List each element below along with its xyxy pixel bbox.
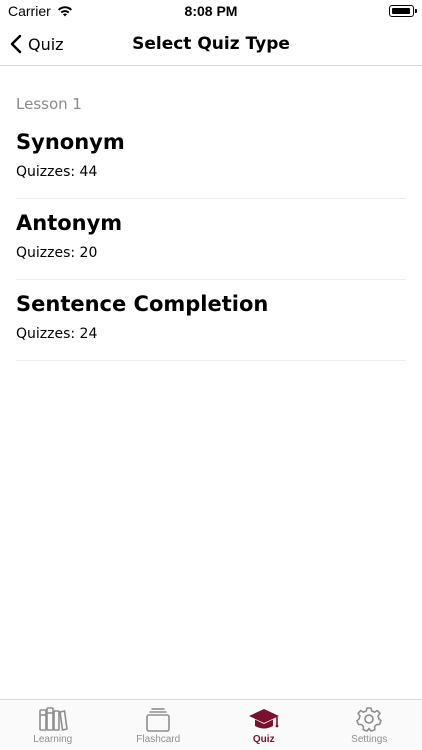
status-bar: Carrier 8:08 PM bbox=[0, 0, 422, 22]
books-icon bbox=[38, 707, 68, 731]
tab-label: Settings bbox=[351, 734, 388, 745]
tab-label: Quiz bbox=[252, 734, 275, 745]
quiz-type-title: Sentence Completion bbox=[16, 292, 269, 316]
tab-learning[interactable]: Learning bbox=[0, 700, 106, 750]
quiz-count: Quizzes: 20 bbox=[16, 245, 98, 261]
tab-quiz[interactable]: Quiz bbox=[211, 700, 317, 750]
quiz-type-sentence-completion[interactable]: Sentence Completion Quizzes: 24 bbox=[16, 280, 406, 361]
tab-label: Learning bbox=[33, 734, 73, 745]
quiz-count: Quizzes: 24 bbox=[16, 326, 98, 342]
battery-icon bbox=[389, 5, 417, 17]
cards-icon bbox=[146, 708, 171, 732]
tab-label: Flashcard bbox=[136, 734, 181, 745]
quiz-type-title: Synonym bbox=[16, 130, 125, 154]
quiz-type-antonym[interactable]: Antonym Quizzes: 20 bbox=[16, 199, 406, 280]
clock: 8:08 PM bbox=[184, 3, 238, 19]
navigation-bar: Quiz Select Quiz Type bbox=[0, 22, 422, 66]
quiz-type-title: Antonym bbox=[16, 211, 123, 235]
page-title: Select Quiz Type bbox=[132, 34, 290, 54]
section-header: Lesson 1 bbox=[16, 95, 82, 113]
quiz-type-synonym[interactable]: Synonym Quizzes: 44 bbox=[16, 118, 406, 199]
tab-bar: Learning Flashcard Quiz Settings bbox=[0, 699, 422, 750]
graduation-cap-icon bbox=[248, 709, 279, 729]
tab-flashcard[interactable]: Flashcard bbox=[106, 700, 212, 750]
tab-settings[interactable]: Settings bbox=[317, 700, 422, 750]
gear-icon bbox=[356, 707, 383, 732]
quiz-count: Quizzes: 44 bbox=[16, 164, 98, 180]
